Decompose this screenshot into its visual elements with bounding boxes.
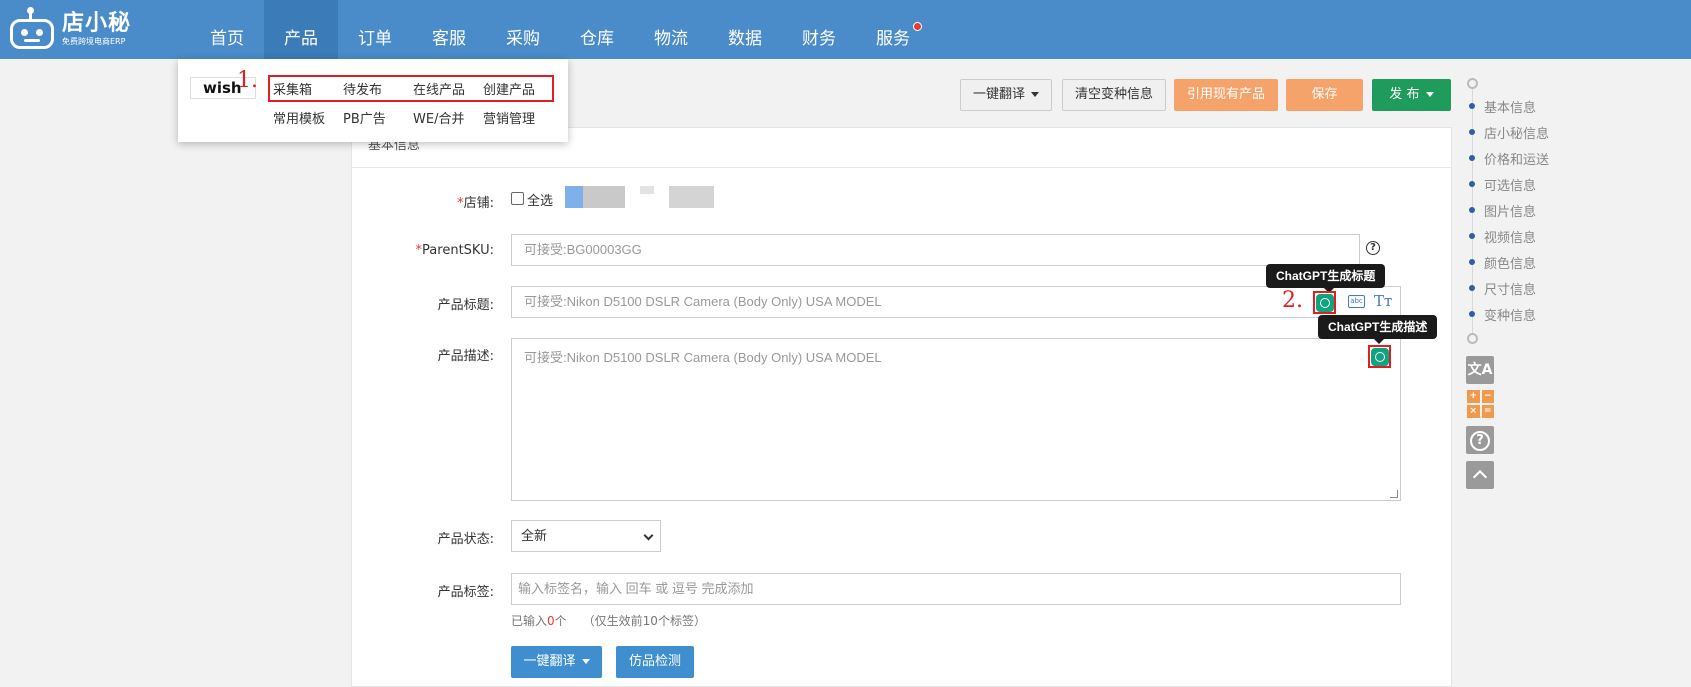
chatgpt-description-tooltip: ChatGPT生成描述 [1318, 315, 1438, 344]
robot-logo-icon [8, 7, 56, 51]
menu-item-online-products[interactable]: 在线产品 [413, 76, 483, 105]
sidebar-item-color-info[interactable]: 颜色信息 [1469, 252, 1536, 272]
main-nav: 首页 产品 订单 客服 采购 仓库 物流 数据 财务 服务 [190, 0, 930, 59]
menu-item-templates[interactable]: 常用模板 [273, 105, 343, 134]
nav-item-warehouse[interactable]: 仓库 [560, 0, 634, 59]
menu-item-create-product[interactable]: 创建产品 [483, 76, 553, 105]
chevron-down-icon [1031, 92, 1039, 97]
chatgpt-title-icon[interactable] [1316, 294, 1334, 312]
menu-item-marketing[interactable]: 营销管理 [483, 105, 553, 134]
text-size-icon[interactable]: Tт [1374, 292, 1392, 310]
product-title-input[interactable]: 可接受:Nikon D5100 DSLR Camera (Body Only) … [511, 286, 1401, 318]
nav-item-product[interactable]: 产品 [264, 0, 338, 59]
notification-dot [913, 22, 922, 31]
parent-sku-input[interactable]: 可接受:BG00003GG [511, 234, 1360, 266]
chevron-down-icon [1425, 92, 1434, 97]
tags-count: 已输入0个 （仅生效前10个标签） [511, 614, 706, 628]
chevron-down-icon [643, 530, 654, 541]
clear-variants-button[interactable]: 清空变种信息 [1062, 79, 1166, 111]
nav-item-services[interactable]: 服务 [856, 0, 930, 59]
sidebar-item-image-info[interactable]: 图片信息 [1469, 200, 1536, 220]
translate-tags-button[interactable]: 一键翻译 [511, 646, 602, 678]
shop-option-blurred [640, 186, 654, 194]
menu-item-we-merge[interactable]: WE/合并 [413, 105, 483, 134]
chevron-down-icon [581, 659, 590, 664]
chatgpt-title-tooltip: ChatGPT生成标题 [1266, 264, 1386, 293]
help-icon[interactable]: ? [1366, 241, 1380, 255]
product-description-textarea[interactable]: 可接受:Nikon D5100 DSLR Camera (Body Only) … [511, 338, 1401, 501]
parent-sku-label: *ParentSKU: [415, 243, 494, 258]
publish-button[interactable]: 发 布 [1372, 79, 1451, 111]
sidebar-item-optional-info[interactable]: 可选信息 [1469, 174, 1536, 194]
chatgpt-description-icon[interactable] [1371, 348, 1389, 366]
translate-dropdown-button[interactable]: 一键翻译 [960, 79, 1052, 111]
menu-item-pending-publish[interactable]: 待发布 [343, 76, 413, 105]
sidebar-item-variant-info[interactable]: 变种信息 [1469, 304, 1536, 324]
description-placeholder: 可接受:Nikon D5100 DSLR Camera (Body Only) … [524, 350, 882, 365]
product-status-select[interactable]: 全新 [511, 520, 661, 552]
sidebar-item-basic-info[interactable]: 基本信息 [1469, 96, 1536, 116]
calculator-icon[interactable]: + − × = [1467, 390, 1494, 418]
nav-item-purchase[interactable]: 采购 [486, 0, 560, 59]
select-all-label: 全选 [527, 194, 554, 209]
help-tool-icon[interactable]: ? [1466, 426, 1494, 454]
sidebar-item-dxm-info[interactable]: 店小秘信息 [1469, 122, 1549, 142]
top-nav-bar: 店小秘 免费跨境电商ERP 首页 产品 订单 客服 采购 仓库 物流 数据 财务… [0, 0, 1691, 59]
logo-subtitle: 免费跨境电商ERP [62, 37, 126, 46]
sidebar-item-price-shipping[interactable]: 价格和运送 [1469, 148, 1549, 168]
abc-icon[interactable]: abc [1348, 295, 1365, 308]
step-2-marker: 2. [1282, 288, 1303, 313]
menu-item-pb-ads[interactable]: PB广告 [343, 105, 413, 134]
shop-option-blurred[interactable] [669, 186, 714, 208]
description-label: 产品描述: [437, 349, 494, 364]
save-button[interactable]: 保存 [1286, 79, 1363, 111]
nav-item-service[interactable]: 客服 [412, 0, 486, 59]
logo-name: 店小秘 [62, 11, 132, 36]
resize-grip-icon[interactable] [1390, 490, 1398, 498]
sidebar-end-circle [1467, 333, 1478, 344]
product-tags-input[interactable]: 输入标签名，输入 回车 或 逗号 完成添加 [511, 573, 1401, 605]
select-all-checkbox[interactable] [511, 192, 524, 205]
reference-product-button[interactable]: 引用现有产品 [1174, 79, 1278, 111]
nav-item-orders[interactable]: 订单 [338, 0, 412, 59]
shop-label: *店铺: [457, 196, 494, 211]
step-1-marker: 1. [237, 68, 258, 93]
scroll-top-icon[interactable] [1466, 461, 1494, 489]
nav-item-home[interactable]: 首页 [190, 0, 264, 59]
logo[interactable]: 店小秘 免费跨境电商ERP [8, 7, 132, 52]
sidebar-item-size-info[interactable]: 尺寸信息 [1469, 278, 1536, 298]
status-label: 产品状态: [437, 532, 494, 547]
counterfeit-check-button[interactable]: 仿品检测 [616, 646, 694, 678]
translate-tool-icon[interactable]: 文A [1466, 356, 1494, 384]
sidebar-item-video-info[interactable]: 视频信息 [1469, 226, 1536, 246]
shop-option-blurred[interactable] [565, 186, 625, 208]
title-label: 产品标题: [437, 298, 494, 313]
sidebar-start-circle [1467, 78, 1478, 89]
nav-item-logistics[interactable]: 物流 [634, 0, 708, 59]
nav-item-finance[interactable]: 财务 [782, 0, 856, 59]
menu-item-collection-box[interactable]: 采集箱 [273, 76, 343, 105]
tags-label: 产品标签: [437, 585, 494, 600]
product-dropdown-menu: wish 1. 采集箱 待发布 在线产品 创建产品 常用模板 PB广告 WE/合… [178, 59, 568, 142]
nav-item-data[interactable]: 数据 [708, 0, 782, 59]
